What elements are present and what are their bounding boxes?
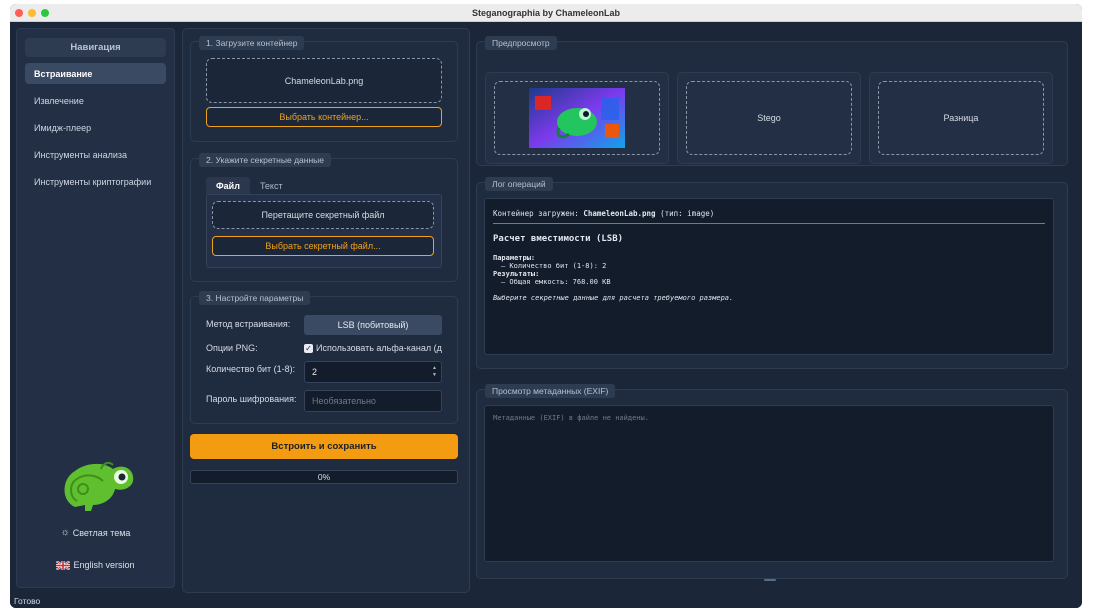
container-thumbnail: [529, 88, 625, 148]
sidebar-item-extract[interactable]: Извлечение: [25, 90, 166, 111]
preview-group: Предпросмотр Stego Разница: [476, 36, 1068, 166]
window-title: Steganographia by ChameleonLab: [471, 7, 621, 18]
sidebar-item-analysis-tools[interactable]: Инструменты анализа: [25, 144, 166, 165]
secret-tabs: Файл Текст: [206, 177, 293, 194]
nav-list: Встраивание Извлечение Имидж-плеер Инстр…: [17, 63, 174, 192]
progress-bar: 0%: [190, 470, 458, 484]
bits-spinbox[interactable]: 2 ▲ ▼: [304, 361, 442, 383]
preview-original-card: [485, 72, 669, 164]
png-options-label: Опции PNG:: [206, 343, 258, 353]
sidebar-title: Навигация: [25, 38, 166, 57]
choose-container-button[interactable]: Выбрать контейнер...: [206, 107, 442, 127]
status-text: Готово: [14, 596, 41, 606]
step2-group: 2. Укажите секретные данные Файл Текст П…: [190, 153, 458, 282]
maximize-window-button[interactable]: [41, 9, 49, 17]
log-hint: Выберите секретные данные для расчета тр…: [493, 294, 734, 302]
original-preview[interactable]: [494, 81, 660, 155]
log-title: Лог операций: [485, 177, 553, 191]
secret-drop-zone[interactable]: Перетащите секретный файл: [212, 201, 434, 229]
window-controls: [15, 9, 49, 17]
close-window-button[interactable]: [15, 9, 23, 17]
log-line-prefix: Контейнер загружен:: [493, 209, 584, 218]
splitter-handle[interactable]: [764, 579, 776, 581]
preview-diff-card: Разница: [869, 72, 1053, 164]
log-results-label: Результаты:: [493, 270, 540, 278]
method-label: Метод встраивания:: [206, 319, 291, 329]
status-bar: Готово: [10, 594, 1082, 608]
bits-label: Количество бит (1-8):: [206, 364, 296, 374]
minimize-window-button[interactable]: [28, 9, 36, 17]
step1-group: 1. Загрузите контейнер ChameleonLab.png …: [190, 36, 458, 142]
log-line-loaded: Контейнер загружен: ChameleonLab.png (ти…: [493, 209, 1045, 218]
operations-log[interactable]: Контейнер загружен: ChameleonLab.png (ти…: [484, 198, 1054, 355]
progress-label: 0%: [317, 472, 331, 482]
spin-arrows-icon[interactable]: ▲ ▼: [432, 365, 437, 379]
method-select[interactable]: LSB (побитовый): [304, 315, 442, 335]
secret-file-pane: Перетащите секретный файл Выбрать секрет…: [206, 194, 442, 268]
sidebar-item-embed[interactable]: Встраивание: [25, 63, 166, 84]
log-divider: [493, 223, 1045, 224]
log-line-file: ChameleonLab.png: [583, 209, 656, 218]
app-window: Steganographia by ChameleonLab Навигация…: [10, 4, 1082, 608]
language-toggle-label: English version: [73, 560, 135, 570]
step3-group: 3. Настройте параметры Метод встраивания…: [190, 291, 458, 424]
step3-title: 3. Настройте параметры: [199, 291, 311, 305]
alpha-channel-checkbox[interactable]: ✓: [304, 344, 313, 353]
diff-preview[interactable]: Разница: [878, 81, 1044, 155]
sun-icon: ☼: [60, 527, 70, 538]
step2-title: 2. Укажите секретные данные: [199, 153, 331, 167]
stego-preview[interactable]: Stego: [686, 81, 852, 155]
chameleon-logo: [64, 461, 134, 511]
language-toggle[interactable]: English version: [17, 560, 174, 570]
log-line-suffix: (тип: image): [655, 209, 715, 218]
uk-flag-icon: [56, 560, 71, 570]
container-drop-zone[interactable]: ChameleonLab.png: [206, 58, 442, 103]
exif-viewer[interactable]: Метаданные (EXIF) в файле не найдены.: [484, 405, 1054, 562]
log-params-label: Параметры:: [493, 254, 536, 262]
log-heading: Расчет вместимости (LSB): [493, 234, 624, 244]
sidebar: Навигация Встраивание Извлечение Имидж-п…: [16, 28, 175, 588]
sidebar-item-image-player[interactable]: Имидж-плеер: [25, 117, 166, 138]
log-results-line: – Общая емкость: 768.00 KB: [501, 278, 611, 286]
title-bar: Steganographia by ChameleonLab: [10, 4, 1082, 22]
preview-title: Предпросмотр: [485, 36, 557, 50]
alpha-channel-label: Использовать альфа-канал (д: [316, 343, 442, 353]
step1-title: 1. Загрузите контейнер: [199, 36, 305, 50]
theme-toggle[interactable]: ☼ Светлая тема: [17, 527, 174, 538]
theme-toggle-label: Светлая тема: [72, 527, 131, 538]
tab-file[interactable]: Файл: [206, 177, 250, 194]
choose-secret-button[interactable]: Выбрать секретный файл...: [212, 236, 434, 256]
bits-value: 2: [312, 367, 318, 377]
password-input[interactable]: Необязательно: [304, 390, 442, 412]
tab-text[interactable]: Текст: [250, 177, 293, 194]
log-params-line: – Количество бит (1-8): 2: [501, 262, 607, 270]
sidebar-item-crypto-tools[interactable]: Инструменты криптографии: [25, 171, 166, 192]
exif-message: Метаданные (EXIF) в файле не найдены.: [493, 414, 649, 422]
preview-stego-card: Stego: [677, 72, 861, 164]
password-label: Пароль шифрования:: [206, 394, 297, 404]
exif-title: Просмотр метаданных (EXIF): [485, 384, 616, 398]
embed-save-button[interactable]: Встроить и сохранить: [190, 434, 458, 459]
